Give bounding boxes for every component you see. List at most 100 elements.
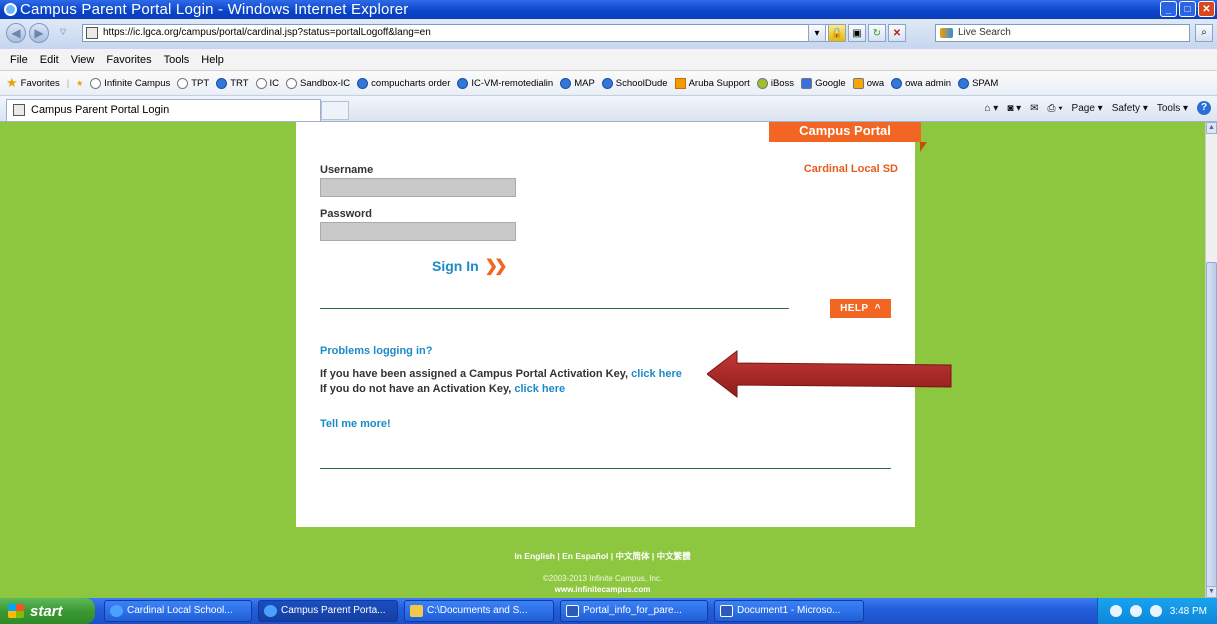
page-menu[interactable]: Page ▾ <box>1072 103 1103 114</box>
word-icon <box>566 605 579 617</box>
fav-item[interactable]: Infinite Campus <box>90 77 170 89</box>
google-icon <box>801 77 813 89</box>
aruba-icon <box>674 77 686 89</box>
start-label: start <box>30 602 63 620</box>
network-icon[interactable] <box>1129 605 1142 617</box>
divider <box>320 308 789 309</box>
forward-arrow-icon: ▶ <box>34 26 44 40</box>
scroll-down-icon[interactable]: ▼ <box>1206 586 1217 598</box>
history-dropdown-icon[interactable]: ▽ <box>60 27 66 36</box>
command-buttons: ⌂ ▾ ◙ ▾ ✉ ⎙ ▾ Page ▾ Safety ▾ Tools ▾ ? <box>984 101 1211 115</box>
mail-icon[interactable]: ✉ <box>1030 103 1038 114</box>
stop-icon[interactable]: ✕ <box>888 24 906 42</box>
taskbar-item[interactable]: Cardinal Local School... <box>104 600 252 622</box>
start-button[interactable]: start <box>0 598 95 624</box>
website-link[interactable]: www.infinitecampus.com <box>0 585 1205 594</box>
address-toolbar: ◀ ▶ ▽ https://ic.lgca.org/campus/portal/… <box>0 19 1217 49</box>
sign-in-label: Sign In <box>432 258 479 274</box>
tools-menu[interactable]: Tools ▾ <box>1157 103 1188 114</box>
print-icon[interactable]: ⎙ ▾ <box>1048 103 1063 114</box>
window-title: Campus Parent Portal Login - Windows Int… <box>20 1 409 18</box>
favorites-button[interactable]: ★ Favorites <box>6 75 60 91</box>
maximize-button[interactable]: □ <box>1179 1 1196 17</box>
username-input[interactable] <box>320 178 516 197</box>
command-bar: Campus Parent Portal Login ⌂ ▾ ◙ ▾ ✉ ⎙ ▾… <box>0 96 1217 122</box>
lock-icon[interactable]: 🔒 <box>828 24 846 42</box>
taskbar-item[interactable]: Campus Parent Porta... <box>258 600 398 622</box>
forward-button[interactable]: ▶ <box>29 23 49 43</box>
tell-me-more-link[interactable]: Tell me more! <box>320 418 391 430</box>
address-dropdown-icon[interactable]: ▾ <box>808 24 826 42</box>
fav-item[interactable]: Sandbox-IC <box>286 77 350 89</box>
ie-page-icon <box>958 77 970 89</box>
fav-item[interactable]: Google <box>801 77 846 89</box>
username-label: Username <box>320 164 374 176</box>
menu-file[interactable]: File <box>10 54 28 66</box>
fav-item[interactable]: MAP <box>560 77 595 89</box>
star-icon: ★ <box>6 75 18 90</box>
back-button[interactable]: ◀ <box>6 23 26 43</box>
address-input[interactable]: https://ic.lgca.org/campus/portal/cardin… <box>82 24 832 42</box>
tray-app-icon[interactable] <box>1149 605 1162 617</box>
add-favorite-icon[interactable]: ⭑ <box>76 75 83 91</box>
fav-item[interactable]: TPT <box>177 77 209 89</box>
scroll-up-icon[interactable]: ▲ <box>1206 122 1217 134</box>
fav-item[interactable]: Aruba Support <box>674 77 750 89</box>
taskbar-item[interactable]: C:\Documents and S... <box>404 600 554 622</box>
search-input[interactable]: Live Search <box>935 24 1190 42</box>
fav-item[interactable]: owa admin <box>891 77 951 89</box>
page-content: Campus Portal Cardinal Local SD Username… <box>0 122 1205 598</box>
scroll-thumb[interactable] <box>1206 262 1217 592</box>
language-links[interactable]: In English | En Español | 中文简体 | 中文繁體 <box>0 550 1205 562</box>
fav-item[interactable]: compucharts order <box>357 77 450 89</box>
magnifier-icon: ⌕ <box>1201 27 1207 38</box>
taskbar-item[interactable]: Document1 - Microso... <box>714 600 864 622</box>
menu-help[interactable]: Help <box>201 54 224 66</box>
close-button[interactable]: ✕ <box>1198 1 1215 17</box>
menu-favorites[interactable]: Favorites <box>106 54 151 66</box>
owa-icon <box>852 77 864 89</box>
feeds-icon[interactable]: ◙ ▾ <box>1007 103 1021 114</box>
ie-page-icon <box>457 77 469 89</box>
fav-item[interactable]: SPAM <box>958 77 998 89</box>
password-label: Password <box>320 208 372 220</box>
safety-menu[interactable]: Safety ▾ <box>1112 103 1148 114</box>
problems-heading[interactable]: Problems logging in? <box>320 345 432 357</box>
double-chevron-icon: ❯❯ <box>484 258 508 275</box>
menu-tools[interactable]: Tools <box>164 54 190 66</box>
page-favicon-icon <box>13 104 25 116</box>
login-card: Campus Portal Cardinal Local SD Username… <box>296 122 927 527</box>
tray-expand-icon[interactable] <box>1109 605 1122 617</box>
fav-item[interactable]: iBoss <box>756 77 794 89</box>
fav-item[interactable]: IC-VM-remotedialin <box>457 77 553 89</box>
no-activation-key-line: If you do not have an Activation Key, cl… <box>320 383 566 395</box>
new-tab-button[interactable] <box>321 101 349 120</box>
menu-view[interactable]: View <box>71 54 95 66</box>
browser-tab[interactable]: Campus Parent Portal Login <box>6 99 321 121</box>
window-controls: _ □ ✕ <box>1160 1 1215 17</box>
sign-in-button[interactable]: Sign In ❯❯ <box>432 256 508 276</box>
menu-bar: File Edit View Favorites Tools Help <box>0 49 1217 71</box>
search-button[interactable]: ⌕ <box>1195 24 1213 42</box>
password-input[interactable] <box>320 222 516 241</box>
activation-key-line: If you have been assigned a Campus Porta… <box>320 368 682 380</box>
help-button[interactable]: HELP ^ <box>830 299 891 318</box>
fav-item[interactable]: IC <box>255 77 279 89</box>
activation-key-link[interactable]: click here <box>631 368 682 380</box>
link-icon <box>255 77 267 89</box>
help-icon[interactable]: ? <box>1197 101 1211 115</box>
district-name: Cardinal Local SD <box>803 163 898 175</box>
home-icon[interactable]: ⌂ ▾ <box>984 103 998 114</box>
vertical-scrollbar[interactable]: ▲ ▼ <box>1205 122 1217 598</box>
refresh-icon[interactable]: ↻ <box>868 24 886 42</box>
fav-item[interactable]: TRT <box>216 77 249 89</box>
minimize-button[interactable]: _ <box>1160 1 1177 17</box>
no-activation-key-link[interactable]: click here <box>514 383 565 395</box>
ie-page-icon <box>216 77 228 89</box>
favorites-bar: ★ Favorites | ⭑ Infinite Campus TPT TRT I… <box>0 71 1217 96</box>
fav-item[interactable]: owa <box>852 77 884 89</box>
menu-edit[interactable]: Edit <box>40 54 59 66</box>
fav-item[interactable]: SchoolDude <box>601 77 668 89</box>
taskbar-item[interactable]: Portal_info_for_pare... <box>560 600 708 622</box>
compat-view-icon[interactable]: ▣ <box>848 24 866 42</box>
